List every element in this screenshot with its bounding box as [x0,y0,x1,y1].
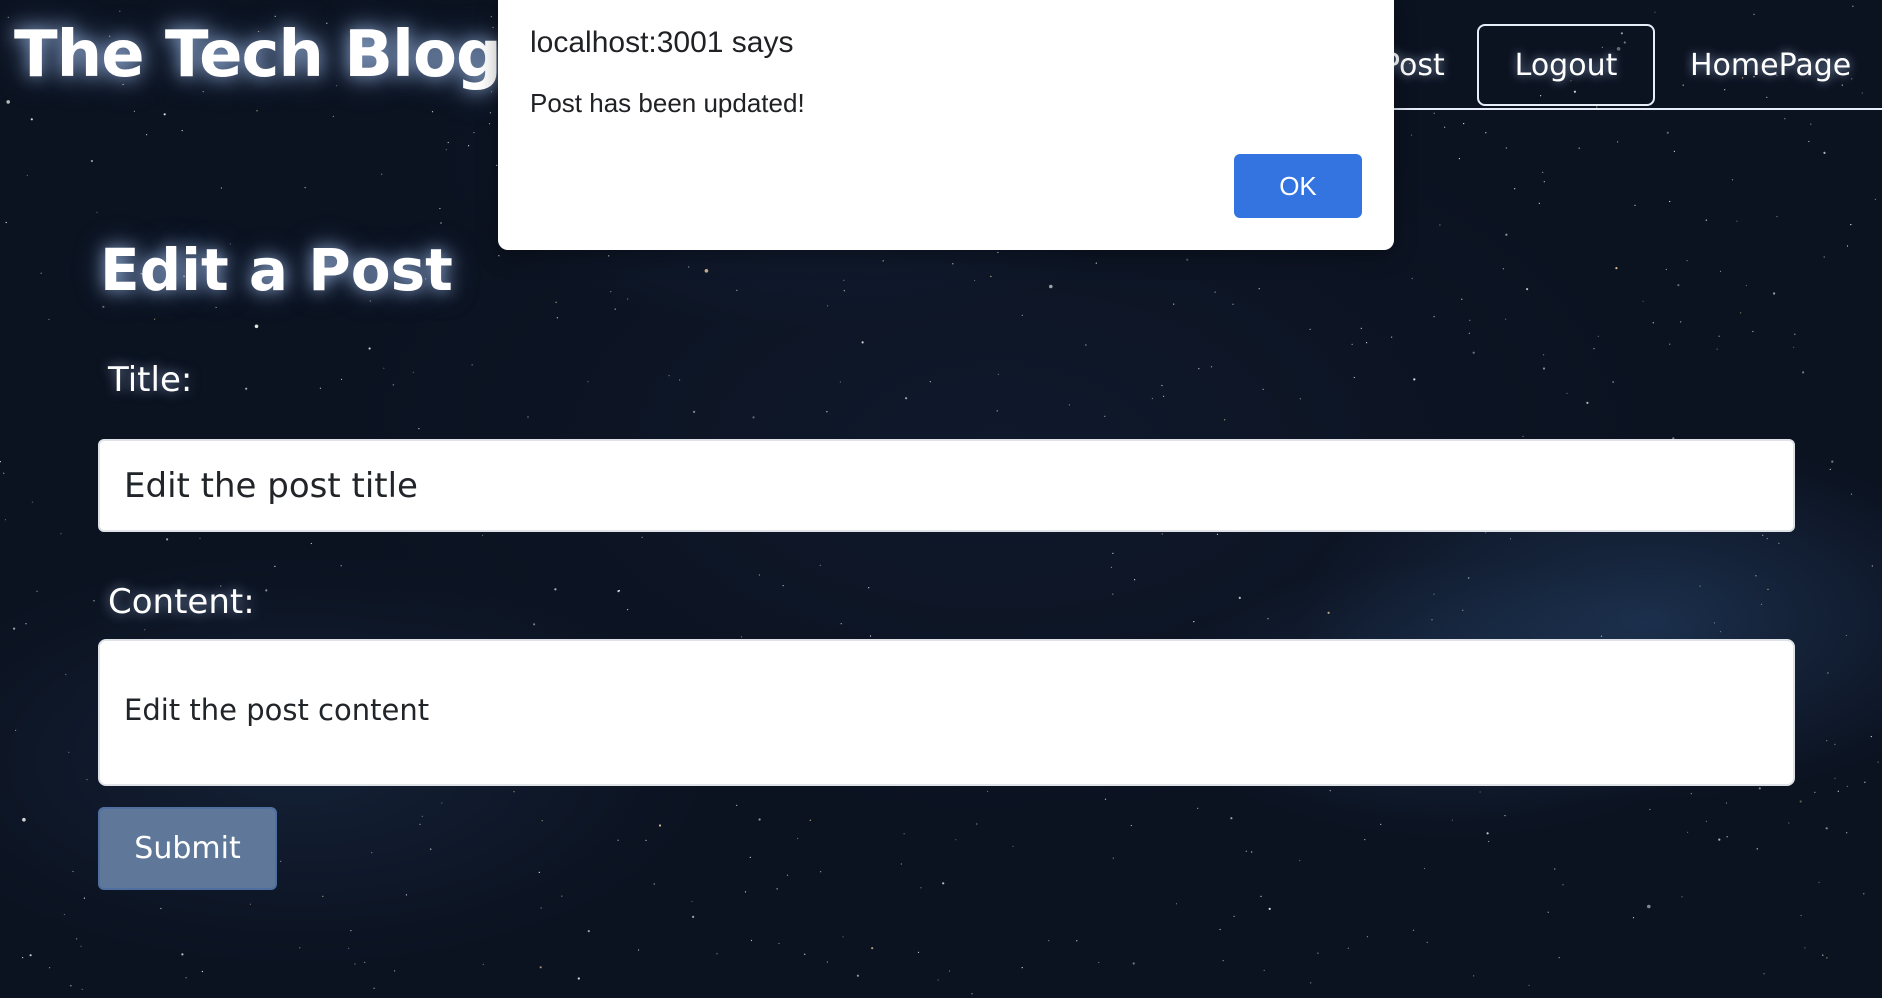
title-label: Title: [108,360,193,400]
post-content-textarea[interactable]: Edit the post content [98,639,1795,786]
nav-homepage-link[interactable]: HomePage [1690,48,1851,83]
dialog-ok-button[interactable]: OK [1234,154,1362,218]
submit-button[interactable]: Submit [98,807,277,890]
dialog-origin-text: localhost:3001 says [530,26,794,59]
top-nav: Post Logout HomePage [1342,0,1882,110]
dialog-message: Post has been updated! [530,88,805,118]
post-title-input[interactable] [98,439,1795,532]
content-label: Content: [108,582,255,622]
nav-logout-button[interactable]: Logout [1477,24,1655,106]
alert-dialog: localhost:3001 says Post has been update… [498,0,1394,250]
site-title: The Tech Blog [14,18,502,92]
page-heading: Edit a Post [100,236,453,304]
